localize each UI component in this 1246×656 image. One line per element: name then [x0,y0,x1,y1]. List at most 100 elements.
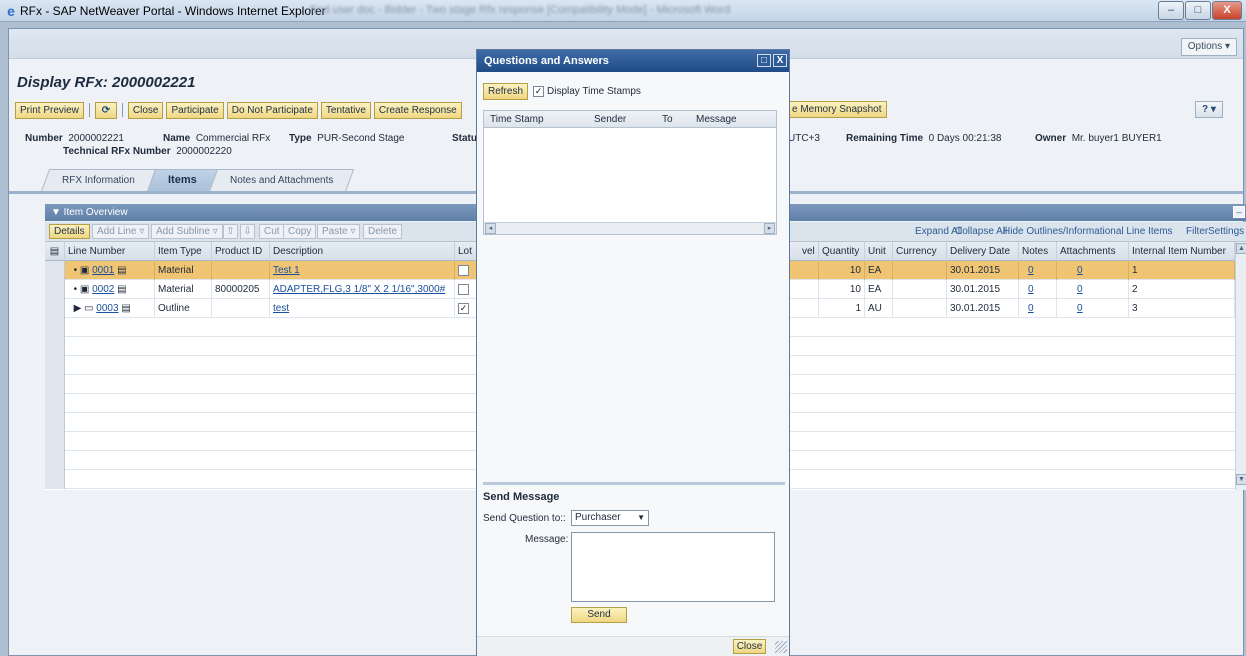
close-icon[interactable]: X [773,54,787,67]
line-number-link[interactable]: 0003 [96,303,118,314]
detail-icon[interactable]: ▤ [117,265,126,276]
row-selector[interactable] [45,280,65,299]
recipient-select[interactable]: Purchaser ▼ [571,510,649,526]
bullet-icon: • [73,265,78,276]
send-button[interactable]: Send [571,607,627,623]
row-selector[interactable] [45,432,65,451]
detail-icon[interactable]: ▤ [121,303,130,314]
description-link[interactable]: ADAPTER,FLG,3 1/8" X 2 1/16",3000# [273,284,445,295]
row-selector[interactable] [45,337,65,356]
expand-arrow-icon[interactable]: ▶ [74,303,82,314]
copy-button[interactable]: Copy [283,224,317,239]
col-attachments[interactable]: Attachments [1057,242,1129,261]
refresh-icon[interactable]: ⟳ [94,101,117,119]
lot-checkbox[interactable]: ✓ [458,302,469,314]
display-time-stamps-label: Display Time Stamps [547,86,641,97]
background-window-title: End user doc - Bidder - Two stage Rfx re… [310,4,731,16]
col-delivery-date[interactable]: Delivery Date [947,242,1019,261]
maximize-button[interactable]: □ [1185,1,1211,20]
memory-snapshot-button[interactable]: e Memory Snapshot [787,101,887,118]
detail-icon[interactable]: ▤ [117,284,126,295]
settings-link[interactable]: Settings [1208,226,1244,237]
col-message[interactable]: Message [696,114,737,125]
add-subline-button[interactable]: Add Subline ▿ [151,224,223,239]
row-selector[interactable] [45,356,65,375]
row-selector[interactable] [45,375,65,394]
description-link[interactable]: Test 1 [273,265,300,276]
col-time-stamp[interactable]: Time Stamp [490,114,544,125]
col-unit[interactable]: Unit [865,242,893,261]
col-description[interactable]: Description [270,242,455,261]
description-link[interactable]: test [273,303,289,314]
close-window-button[interactable]: X [1212,1,1242,20]
cut-button[interactable]: Cut [259,224,285,239]
row-selector[interactable] [45,261,65,280]
refresh-button[interactable]: Refresh [483,83,529,100]
tab-notes-and-attachments[interactable]: Notes and Attachments [208,169,355,192]
scroll-right-icon[interactable]: ▸ [764,223,775,234]
line-number-link[interactable]: 0002 [92,284,114,295]
scroll-down-icon[interactable]: ▼ [1236,474,1246,485]
attachments-link[interactable]: 0 [1077,265,1083,276]
tab-rfx-information[interactable]: RFX Information [40,169,156,192]
notes-link[interactable]: 0 [1028,265,1034,276]
create-response-button[interactable]: Create Response [373,101,462,119]
row-selector[interactable] [45,470,65,489]
row-selector[interactable] [45,451,65,470]
help-icon[interactable]: ? ▾ [1195,101,1223,118]
dialog-titlebar[interactable]: Questions and Answers □ X [477,50,789,72]
col-quantity[interactable]: Quantity [819,242,865,261]
messages-horizontal-scrollbar[interactable]: ◂ ▸ [484,222,776,234]
do-not-participate-button[interactable]: Do Not Participate [226,101,318,119]
attachments-link[interactable]: 0 [1077,303,1083,314]
collapse-panel-icon[interactable]: – [1233,206,1245,218]
select-all-icon[interactable]: ▤ [45,242,65,261]
details-button[interactable]: Details [49,224,90,239]
col-to[interactable]: To [662,114,673,125]
row-selector[interactable] [45,413,65,432]
lot-checkbox[interactable] [458,264,469,276]
notes-link[interactable]: 0 [1028,303,1034,314]
row-selector[interactable] [45,394,65,413]
line-number-link[interactable]: 0001 [92,265,114,276]
row-selector[interactable] [45,318,65,337]
level-cell [799,261,819,280]
hide-outlines-link[interactable]: Hide Outlines/Informational Line Items [1003,226,1173,237]
tab-label: Notes and Attachments [229,175,333,186]
notes-link[interactable]: 0 [1028,284,1034,295]
grid-vertical-scrollbar[interactable]: ▲ ▼ [1235,242,1246,490]
collapse-all-link[interactable]: Collapse All [955,226,1007,237]
tentative-button[interactable]: Tentative [320,101,371,119]
row-selector[interactable] [45,299,65,318]
print-preview-button[interactable]: Print Preview [15,101,84,119]
scroll-up-icon[interactable]: ▲ [1236,243,1246,254]
tab-items[interactable]: Items [146,169,218,192]
display-time-stamps-checkbox[interactable]: ✓ [533,86,544,97]
move-down-icon[interactable]: ⇩ [240,224,255,239]
col-notes[interactable]: Notes [1019,242,1057,261]
close-dialog-button[interactable]: Close [733,639,766,654]
resize-grip-icon[interactable] [775,641,787,653]
paste-button[interactable]: Paste ▿ [317,224,361,239]
move-up-icon[interactable]: ⇧ [223,224,238,239]
message-textarea[interactable] [571,532,775,602]
add-line-button[interactable]: Add Line ▿ [92,224,150,239]
participate-button[interactable]: Participate [166,101,224,119]
close-button[interactable]: Close [127,101,164,119]
maximize-icon[interactable]: □ [757,54,771,67]
col-level[interactable]: vel [799,242,819,261]
attachments-link[interactable]: 0 [1077,284,1083,295]
col-item-type[interactable]: Item Type [155,242,212,261]
lot-checkbox[interactable] [458,283,469,295]
col-product-id[interactable]: Product ID [212,242,270,261]
chevron-down-icon[interactable]: ▼ [637,511,645,525]
delete-button[interactable]: Delete [363,224,402,239]
col-internal-item-number[interactable]: Internal Item Number [1129,242,1235,261]
options-button[interactable]: Options ▾ [1180,38,1237,56]
col-currency[interactable]: Currency [893,242,947,261]
minimize-button[interactable]: – [1158,1,1184,20]
filter-link[interactable]: Filter [1186,226,1208,237]
scroll-left-icon[interactable]: ◂ [485,223,496,234]
col-sender[interactable]: Sender [594,114,626,125]
col-line-number[interactable]: Line Number [65,242,155,261]
